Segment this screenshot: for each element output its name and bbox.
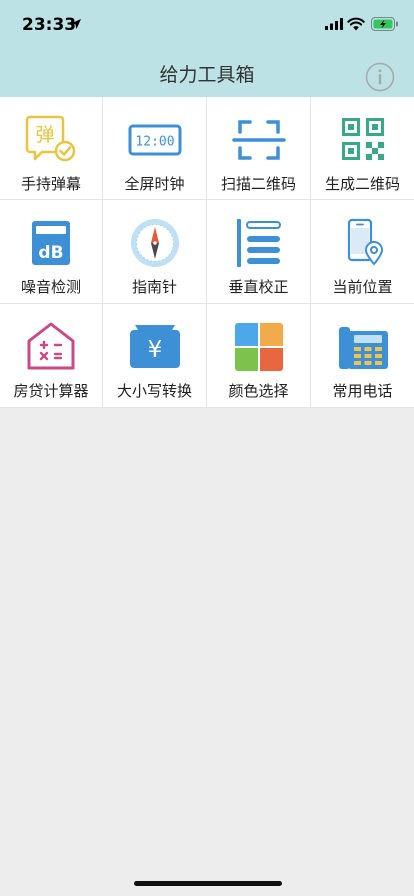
tool-generate-qr[interactable]: 生成二维码 xyxy=(311,97,414,200)
info-icon[interactable] xyxy=(365,62,395,92)
mortgage-calculator-icon xyxy=(27,322,75,370)
battery-charging-icon xyxy=(371,17,398,31)
tool-phone-book[interactable]: 常用电话 xyxy=(311,304,414,408)
tool-label: 垂直校正 xyxy=(228,278,289,296)
tool-label: 大小写转换 xyxy=(116,382,192,400)
phone-location-icon xyxy=(347,218,383,266)
tool-color-picker[interactable]: 颜色选择 xyxy=(207,304,311,408)
header: 23:33 给力工具箱 xyxy=(0,0,414,97)
tool-mortgage-calculator[interactable]: 房贷计算器 xyxy=(0,304,103,408)
level-icon xyxy=(236,219,281,267)
clock-icon: 12:00 xyxy=(128,124,181,156)
home-indicator[interactable] xyxy=(134,881,282,886)
tool-label: 当前位置 xyxy=(332,278,393,296)
wifi-icon xyxy=(347,17,365,31)
tool-fullscreen-clock[interactable]: 12:00 全屏时钟 xyxy=(103,97,207,200)
tool-noise-meter[interactable]: dB 噪音检测 xyxy=(0,200,103,304)
tool-label: 常用电话 xyxy=(332,382,393,400)
tool-grid: 弹 手持弹幕 12:00 全屏时钟 扫描二维码 生成二维码 dB 噪音检测 指南… xyxy=(0,97,414,408)
tool-label: 颜色选择 xyxy=(228,382,289,400)
signal-icon xyxy=(325,18,343,30)
tool-label: 全屏时钟 xyxy=(124,175,185,193)
status-time: 23:33 xyxy=(22,15,77,35)
location-arrow-icon xyxy=(71,19,81,29)
tool-label: 手持弹幕 xyxy=(20,175,81,193)
tool-vertical-level[interactable]: 垂直校正 xyxy=(207,200,311,304)
currency-convert-icon: ¥ xyxy=(129,325,180,368)
tool-label: 扫描二维码 xyxy=(220,175,296,193)
tool-label: 指南针 xyxy=(131,278,177,296)
tool-current-location[interactable]: 当前位置 xyxy=(311,200,414,304)
barrage-icon: 弹 xyxy=(25,115,76,162)
svg-text:¥: ¥ xyxy=(147,337,162,363)
tool-barrage[interactable]: 弹 手持弹幕 xyxy=(0,97,103,200)
tool-scan-qr[interactable]: 扫描二维码 xyxy=(207,97,311,200)
page-title: 给力工具箱 xyxy=(159,64,255,86)
tool-label: 房贷计算器 xyxy=(13,382,89,400)
status-bar: 23:33 xyxy=(0,0,414,48)
scan-icon xyxy=(231,120,286,160)
telephone-icon xyxy=(338,327,388,369)
svg-text:弹: 弹 xyxy=(35,124,54,146)
svg-text:dB: dB xyxy=(38,243,63,263)
tool-label: 生成二维码 xyxy=(324,175,400,193)
tool-case-convert[interactable]: ¥ 大小写转换 xyxy=(103,304,207,408)
decibel-meter-icon: dB xyxy=(32,221,70,265)
tool-label: 噪音检测 xyxy=(20,278,81,296)
qr-code-icon xyxy=(341,118,384,160)
color-picker-icon xyxy=(234,323,283,371)
compass-icon xyxy=(130,219,179,267)
tool-compass[interactable]: 指南针 xyxy=(103,200,207,304)
svg-text:12:00: 12:00 xyxy=(135,135,174,150)
